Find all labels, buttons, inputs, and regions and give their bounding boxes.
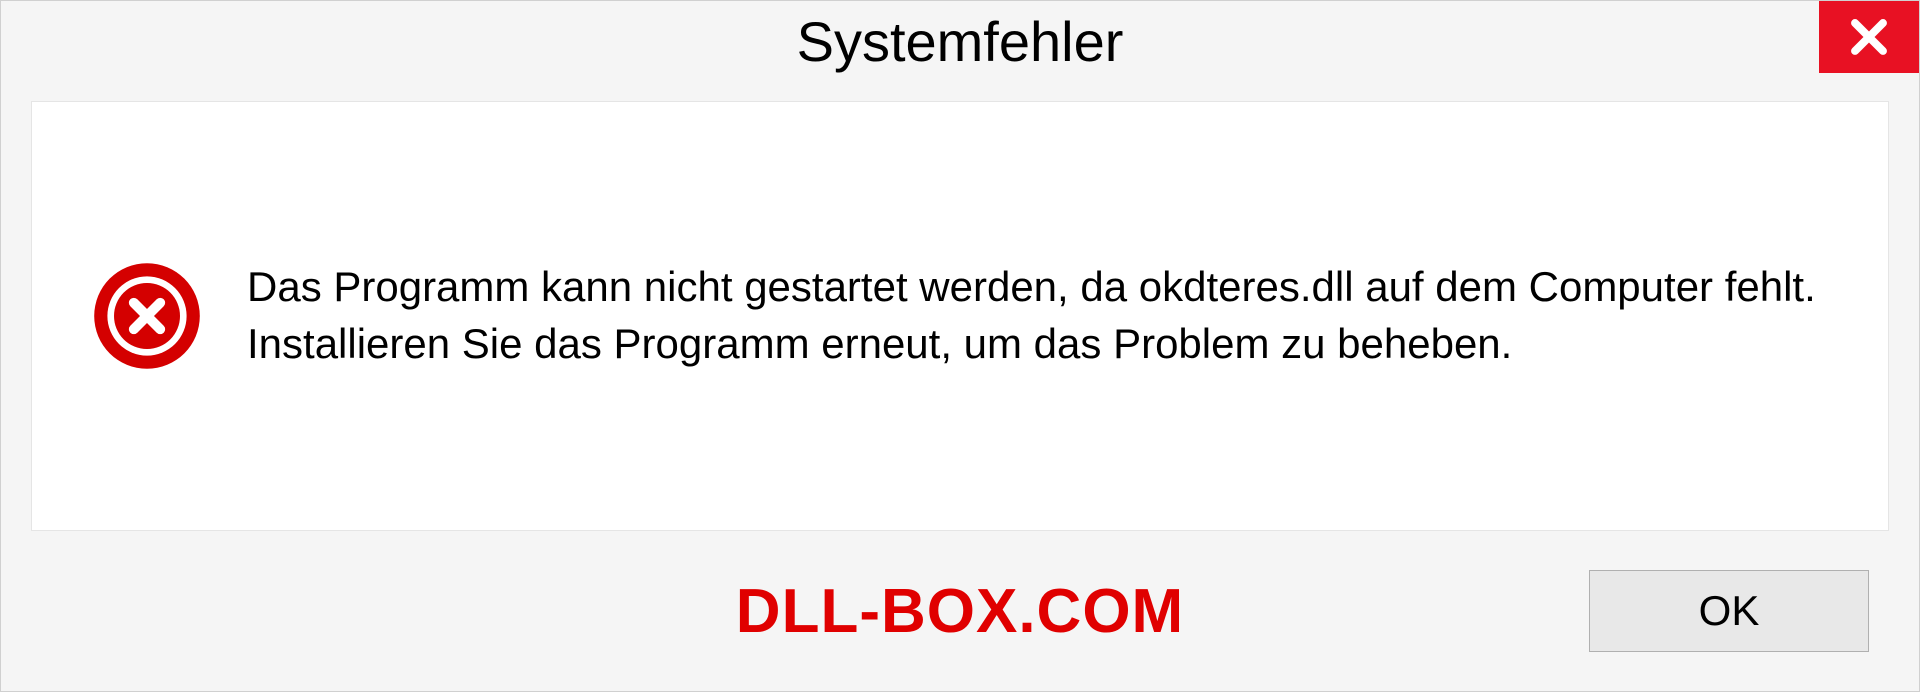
ok-button[interactable]: OK: [1589, 570, 1869, 652]
error-message: Das Programm kann nicht gestartet werden…: [247, 259, 1828, 372]
watermark-text: DLL-BOX.COM: [736, 576, 1184, 647]
titlebar: Systemfehler: [1, 1, 1919, 81]
content-panel: Das Programm kann nicht gestartet werden…: [31, 101, 1889, 531]
dialog-footer: DLL-BOX.COM OK: [1, 561, 1919, 691]
close-icon: [1848, 16, 1890, 58]
close-button[interactable]: [1819, 1, 1919, 73]
error-dialog: Systemfehler Das Programm kann nicht ges…: [0, 0, 1920, 692]
dialog-title: Systemfehler: [797, 9, 1124, 74]
error-icon: [92, 261, 202, 371]
